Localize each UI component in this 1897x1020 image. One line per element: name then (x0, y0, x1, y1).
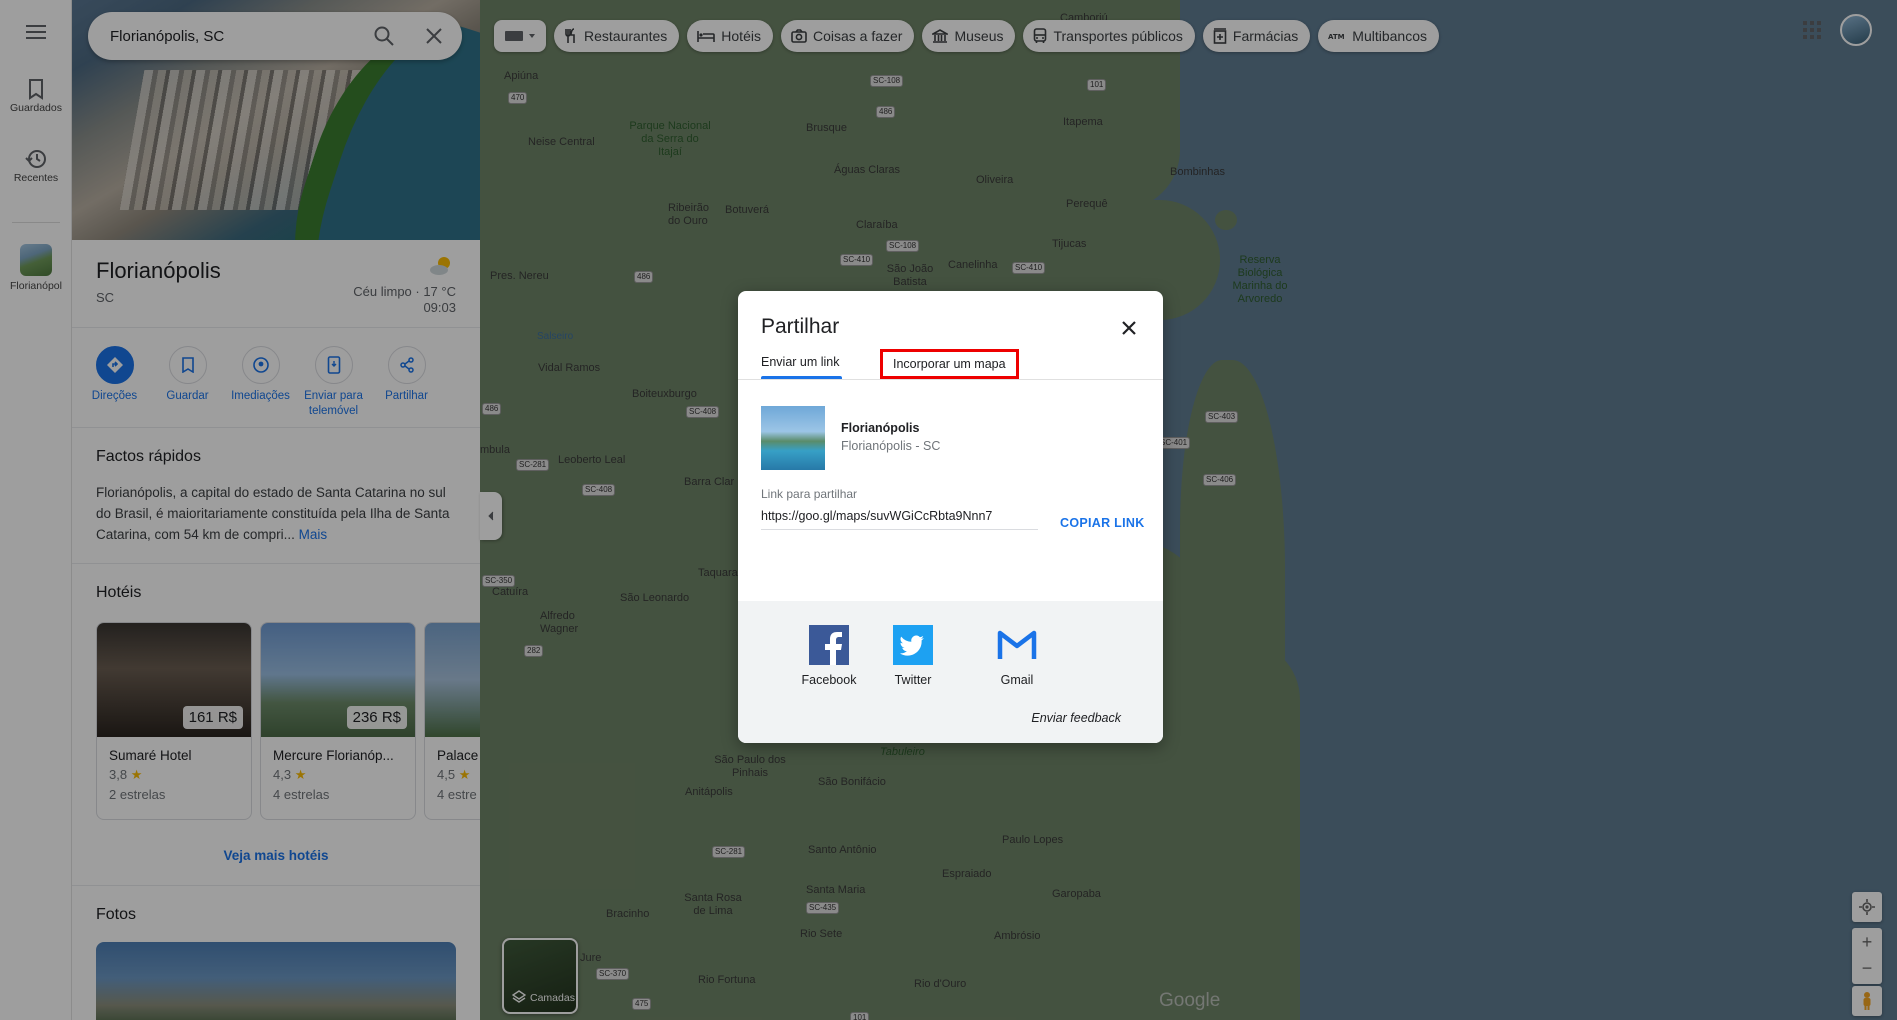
share-facebook-button[interactable]: Facebook (789, 625, 869, 687)
share-place-name: Florianópolis (841, 421, 920, 435)
twitter-icon (893, 625, 933, 665)
dialog-title: Partilhar (761, 315, 840, 338)
place-thumbnail (761, 406, 825, 470)
share-link-field[interactable] (761, 509, 1038, 530)
share-dialog: Partilhar Enviar um link Incorporar um m… (738, 291, 1163, 743)
tab-send-link[interactable]: Enviar um link (761, 355, 840, 369)
twitter-label: Twitter (894, 673, 932, 687)
share-gmail-button[interactable]: Gmail (977, 625, 1057, 687)
share-social-section: Facebook Twitter Gmail Enviar feedback (738, 601, 1163, 743)
share-link-label: Link para partilhar (761, 487, 858, 501)
close-icon[interactable] (1117, 316, 1141, 340)
share-twitter-button[interactable]: Twitter (873, 625, 953, 687)
facebook-icon (809, 625, 849, 665)
gmail-icon (997, 625, 1037, 665)
share-place-address: Florianópolis - SC (841, 439, 941, 453)
send-feedback-link[interactable]: Enviar feedback (1031, 711, 1121, 725)
facebook-label: Facebook (801, 673, 857, 687)
copy-link-button[interactable]: COPIAR LINK (1060, 516, 1145, 530)
tab-embed-map[interactable]: Incorporar um mapa (880, 349, 1019, 379)
gmail-label: Gmail (1000, 673, 1034, 687)
